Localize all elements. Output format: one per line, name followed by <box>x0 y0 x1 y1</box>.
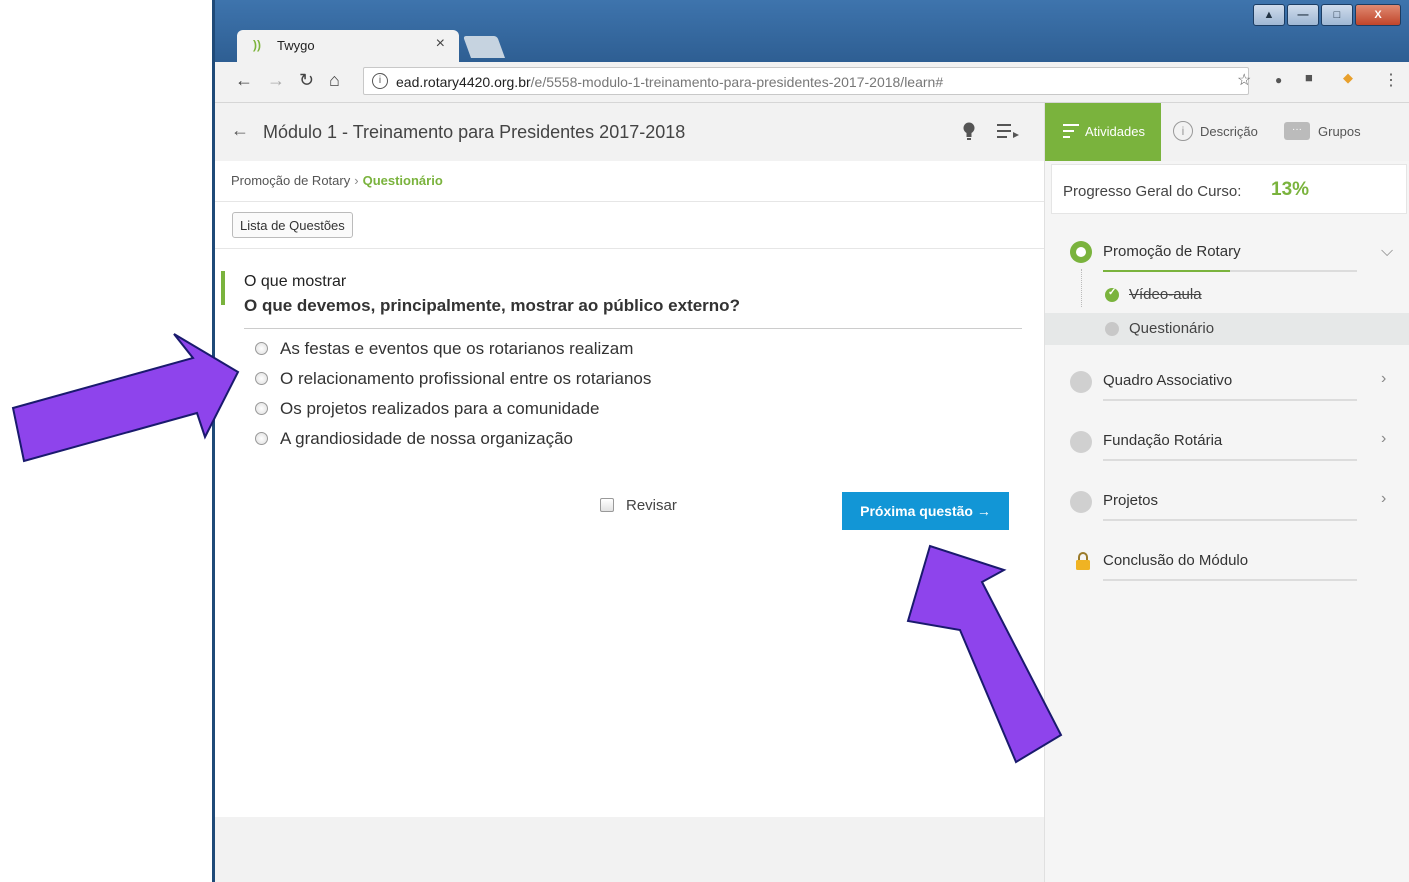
url-text: ead.rotary4420.org.br/e/5558-modulo-1-tr… <box>396 74 944 90</box>
section-label[interactable]: Projetos <box>1103 492 1158 509</box>
forward-icon[interactable]: → <box>267 70 285 91</box>
chat-icon: ··· <box>1284 122 1310 140</box>
extension-box-icon[interactable]: ■ <box>1305 70 1313 85</box>
section-status-icon <box>1070 371 1092 393</box>
lock-icon <box>1076 552 1090 570</box>
question-accent-bar <box>221 271 225 305</box>
extension-db-icon[interactable]: ● <box>1275 73 1282 87</box>
back-arrow-icon[interactable]: ← <box>231 120 249 141</box>
playlist-icon[interactable] <box>997 123 1019 139</box>
tab-grupos[interactable]: Grupos <box>1318 124 1361 139</box>
question-text: O que devemos, principalmente, mostrar a… <box>244 296 740 315</box>
chevron-right-icon[interactable]: › <box>1381 430 1386 448</box>
tab-title: Twygo <box>277 38 315 53</box>
browser-tab[interactable]: )) Twygo × <box>237 30 459 62</box>
course-header: ← Módulo 1 - Treinamento para Presidente… <box>215 103 1044 161</box>
progress-label: Progresso Geral do Curso: <box>1063 183 1242 200</box>
radio-button[interactable] <box>255 431 268 445</box>
section-progress <box>1103 270 1357 272</box>
radio-button[interactable] <box>255 341 268 355</box>
divider <box>215 248 1044 249</box>
sidebar-tabs: Atividades i Descrição ··· Grupos <box>1045 103 1409 161</box>
sub-item-video[interactable]: Vídeo-aula <box>1045 279 1409 311</box>
maximize-button[interactable]: □ <box>1321 4 1353 26</box>
answer-option[interactable]: A grandiosidade de nossa organização <box>255 429 573 451</box>
divider <box>215 201 1044 202</box>
answer-option[interactable]: As festas e eventos que os rotarianos re… <box>255 339 633 361</box>
tab-label: Atividades <box>1085 124 1145 139</box>
info-icon[interactable]: i <box>372 73 388 89</box>
info-icon: i <box>1173 121 1193 141</box>
reload-icon[interactable]: ↻ <box>299 70 314 91</box>
window-controls: ▲ — □ X <box>1253 4 1401 26</box>
section-status-icon <box>1070 431 1092 453</box>
option-label: O relacionamento profissional entre os r… <box>280 369 652 388</box>
page-content: ← Módulo 1 - Treinamento para Presidente… <box>215 103 1409 882</box>
answer-option[interactable]: O relacionamento profissional entre os r… <box>255 369 651 391</box>
browser-window: )) Twygo × ▲ — □ X ← → ↻ ⌂ i ead.rotary4… <box>212 0 1409 882</box>
footer-band <box>215 817 1044 882</box>
option-label: As festas e eventos que os rotarianos re… <box>280 339 634 358</box>
tab-descricao[interactable]: Descrição <box>1200 124 1258 139</box>
browser-toolbar: ← → ↻ ⌂ i ead.rotary4420.org.br/e/5558-m… <box>215 62 1409 103</box>
answer-option[interactable]: Os projetos realizados para a comunidade <box>255 399 599 421</box>
radio-button[interactable] <box>255 401 268 415</box>
section-label[interactable]: Quadro Associativo <box>1103 372 1232 389</box>
course-progress: Progresso Geral do Curso: 13% <box>1051 164 1407 214</box>
lightbulb-icon[interactable] <box>963 121 975 143</box>
section-progress <box>1103 459 1357 461</box>
activities-icon <box>1063 124 1079 138</box>
section-status-icon <box>1070 241 1092 263</box>
review-label: Revisar <box>626 497 677 514</box>
chevron-right-icon[interactable]: › <box>1381 490 1386 508</box>
option-label: Os projetos realizados para a comunidade <box>280 399 600 418</box>
user-icon[interactable]: ▲ <box>1253 4 1285 26</box>
sub-item-label: Questionário <box>1129 320 1215 337</box>
minimize-button[interactable]: — <box>1287 4 1319 26</box>
sub-item-label: Vídeo-aula <box>1129 286 1202 303</box>
star-icon[interactable]: ☆ <box>1237 70 1251 90</box>
menu-icon[interactable]: ⋮ <box>1383 70 1399 90</box>
tab-atividades[interactable]: Atividades <box>1045 103 1161 161</box>
home-icon[interactable]: ⌂ <box>329 70 340 91</box>
chevron-right-icon[interactable]: › <box>1381 370 1386 388</box>
status-dot-icon <box>1105 322 1119 336</box>
chevron-down-icon[interactable]: ⌵ <box>1381 243 1393 261</box>
annotation-arrow-left <box>11 333 240 463</box>
option-label: A grandiosidade de nossa organização <box>280 429 573 448</box>
checkbox[interactable] <box>600 497 614 512</box>
radio-button[interactable] <box>255 371 268 385</box>
breadcrumb-parent[interactable]: Promoção de Rotary <box>231 173 350 188</box>
section-label[interactable]: Fundação Rotária <box>1103 432 1222 449</box>
section-progress <box>1103 399 1357 401</box>
section-label[interactable]: Promoção de Rotary <box>1103 243 1241 260</box>
sidebar: Atividades i Descrição ··· Grupos Progre… <box>1044 103 1409 882</box>
address-bar[interactable]: i ead.rotary4420.org.br/e/5558-modulo-1-… <box>363 67 1249 95</box>
sub-item-questionario[interactable]: Questionário <box>1045 313 1409 345</box>
divider <box>244 328 1022 329</box>
breadcrumb-current: Questionário <box>362 173 443 188</box>
twygo-favicon-icon: )) <box>253 38 261 52</box>
progress-value: 13% <box>1271 179 1310 200</box>
question-list-button[interactable]: Lista de Questões <box>232 212 353 238</box>
question-title: O que mostrar <box>244 273 347 290</box>
next-question-button[interactable]: Próxima questão → <box>842 492 1009 530</box>
section-progress <box>1103 519 1357 521</box>
main-panel: ← Módulo 1 - Treinamento para Presidente… <box>215 103 1044 882</box>
review-checkbox[interactable]: Revisar <box>600 497 677 514</box>
section-label[interactable]: Conclusão do Módulo <box>1103 552 1248 569</box>
new-tab-button[interactable] <box>462 36 506 58</box>
breadcrumb: Promoção de Rotary › Questionário <box>231 173 443 188</box>
back-icon[interactable]: ← <box>235 70 253 91</box>
section-progress-fill <box>1103 270 1230 272</box>
tab-close-icon[interactable]: × <box>436 35 445 53</box>
title-bar: )) Twygo × ▲ — □ X <box>215 0 1409 66</box>
check-icon <box>1105 287 1119 302</box>
section-status-icon <box>1070 491 1092 513</box>
extension-badge-icon[interactable]: ◆ <box>1343 70 1353 86</box>
close-window-button[interactable]: X <box>1355 4 1401 26</box>
section-progress <box>1103 579 1357 581</box>
breadcrumb-separator: › <box>354 173 359 188</box>
course-title: Módulo 1 - Treinamento para Presidentes … <box>263 122 686 142</box>
